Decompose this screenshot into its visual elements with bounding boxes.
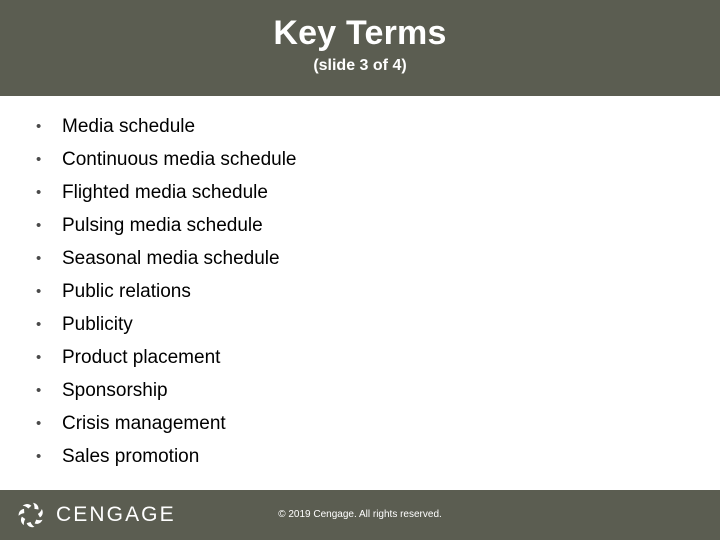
bullet-point-icon: •: [36, 184, 42, 201]
list-item: • Media schedule: [0, 110, 720, 143]
list-item: • Pulsing media schedule: [0, 209, 720, 242]
bullet-point-icon: •: [36, 283, 42, 300]
list-item: • Continuous media schedule: [0, 143, 720, 176]
list-item-label: Sales promotion: [62, 446, 200, 467]
slide-footer: © 2019 Cengage. All rights reserved. CEN…: [0, 490, 720, 540]
list-item-label: Flighted media schedule: [62, 182, 268, 203]
bullet-point-icon: •: [36, 448, 42, 465]
cengage-logo: CENGAGE: [14, 496, 176, 534]
list-item: • Seasonal media schedule: [0, 242, 720, 275]
list-item: • Product placement: [0, 341, 720, 374]
list-item: • Sponsorship: [0, 374, 720, 407]
slide-header: Key Terms (slide 3 of 4): [0, 0, 720, 96]
slide: Key Terms (slide 3 of 4) • Media schedul…: [0, 0, 720, 540]
list-item-label: Seasonal media schedule: [62, 248, 280, 269]
list-item-label: Publicity: [62, 314, 133, 335]
bullet-point-icon: •: [36, 118, 42, 135]
list-item: • Sales promotion: [0, 440, 720, 473]
bullet-point-icon: •: [36, 415, 42, 432]
list-item: • Publicity: [0, 308, 720, 341]
slide-counter-subtitle: (slide 3 of 4): [313, 57, 407, 74]
list-item-label: Media schedule: [62, 116, 196, 137]
bullet-point-icon: •: [36, 349, 42, 366]
key-terms-list: • Media schedule • Continuous media sche…: [0, 110, 720, 473]
bullet-point-icon: •: [36, 217, 42, 234]
cengage-burst-icon: [14, 498, 48, 532]
cengage-wordmark: CENGAGE: [56, 503, 176, 526]
list-item-label: Continuous media schedule: [62, 149, 297, 170]
bullet-point-icon: •: [36, 382, 42, 399]
list-item-label: Pulsing media schedule: [62, 215, 263, 236]
bullet-point-icon: •: [36, 151, 42, 168]
list-item: • Public relations: [0, 275, 720, 308]
list-item-label: Crisis management: [62, 413, 226, 434]
list-item-label: Public relations: [62, 281, 191, 302]
bullet-point-icon: •: [36, 250, 42, 267]
list-item: • Flighted media schedule: [0, 176, 720, 209]
slide-body: • Media schedule • Continuous media sche…: [0, 96, 720, 490]
bullet-point-icon: •: [36, 316, 42, 333]
list-item-label: Sponsorship: [62, 380, 168, 401]
list-item-label: Product placement: [62, 347, 221, 368]
page-title: Key Terms: [273, 14, 447, 52]
list-item: • Crisis management: [0, 407, 720, 440]
